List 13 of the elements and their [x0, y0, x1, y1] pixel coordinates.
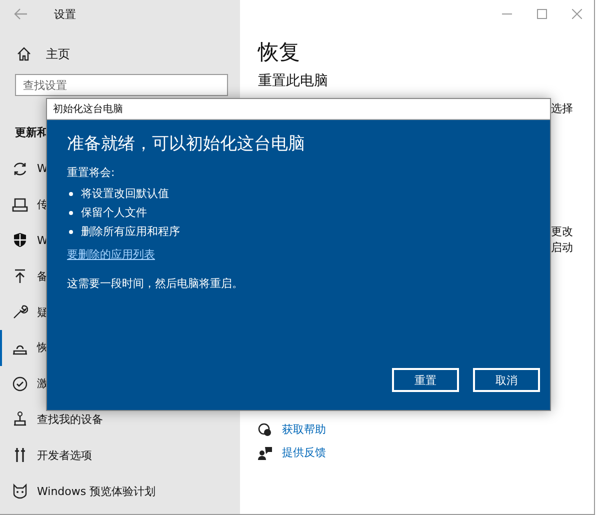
description-text: 选择 — [551, 102, 573, 115]
page-heading: 恢复 — [258, 39, 301, 66]
description-text: 更改 — [551, 225, 573, 238]
window-title: 设置 — [54, 6, 76, 22]
section-heading: 重置此电脑 — [258, 72, 329, 90]
dialog-title: 初始化这台电脑 — [47, 99, 550, 120]
bullet-text: 将设置改回默认值 — [81, 186, 169, 201]
note-text: 这需要一段时间，然后电脑将重启。 — [67, 276, 244, 291]
bullet-text: 删除所有应用和程序 — [81, 224, 180, 239]
dialog-heading: 准备就绪，可以初始化这台电脑 — [67, 133, 306, 155]
bullet-text: 保留个人文件 — [81, 205, 147, 220]
description-text: 启动 — [551, 241, 573, 254]
intro-text: 重置将会: — [67, 165, 116, 180]
